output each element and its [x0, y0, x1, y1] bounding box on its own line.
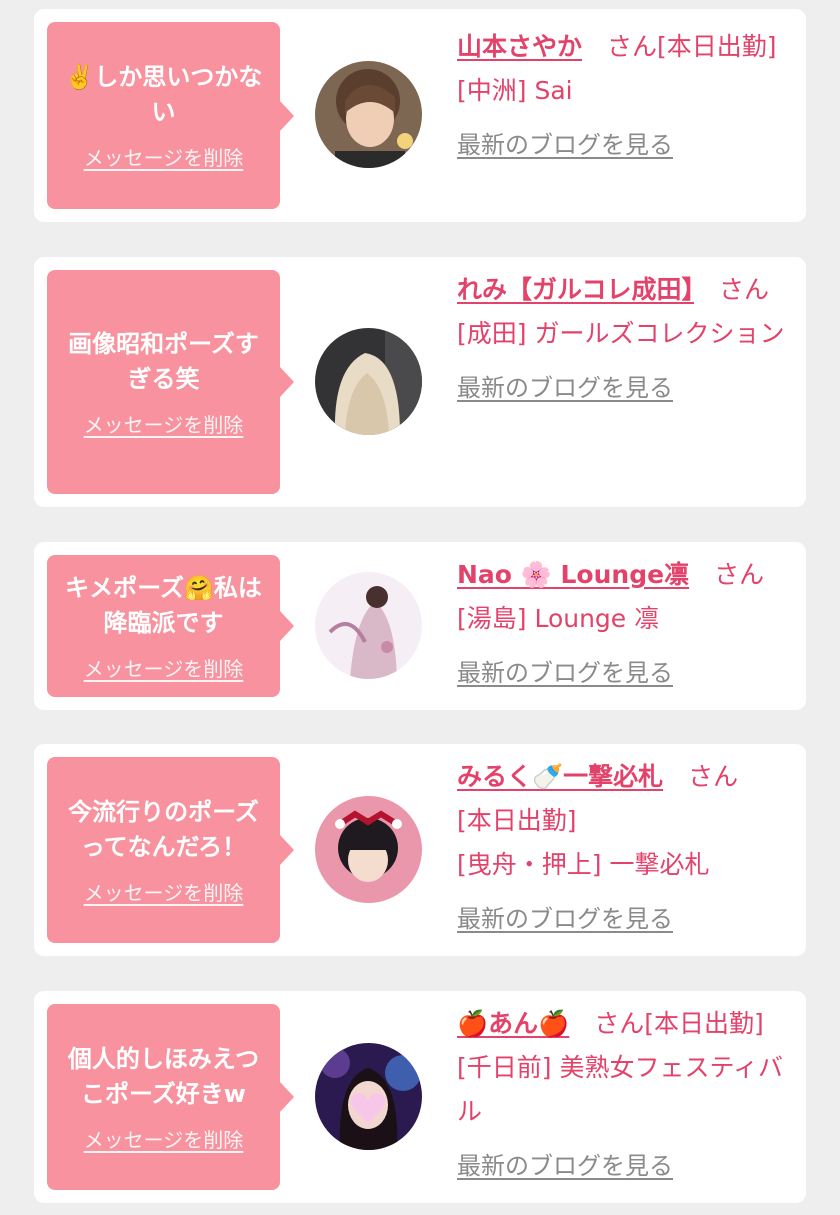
message-bubble: 画像昭和ポーズすぎる笑 メッセージを削除 — [47, 270, 294, 494]
author-location: [中洲] Sai — [457, 76, 573, 105]
avatar[interactable] — [315, 328, 422, 435]
avatar[interactable] — [315, 796, 422, 903]
message-text: 個人的しほみえつこポーズ好きw — [67, 1044, 260, 1108]
message-text: 画像昭和ポーズすぎる笑 — [68, 329, 259, 393]
delete-message-link[interactable]: メッセージを削除 — [84, 142, 244, 171]
author-name-link[interactable]: れみ【ガルコレ成田】 — [457, 275, 694, 304]
author-info: 山本さやか さん[本日出勤] [中洲] Sai 最新のブログを見る — [457, 25, 791, 167]
avatar[interactable] — [315, 61, 422, 168]
message-list: ✌️しか思いつかない メッセージを削除 山本さやか さん[本日出勤] [中洲] … — [0, 0, 840, 1215]
message-bubble: キメポーズ🤗私は降臨派です メッセージを削除 — [47, 555, 294, 697]
message-card: ✌️しか思いつかない メッセージを削除 山本さやか さん[本日出勤] [中洲] … — [34, 9, 806, 222]
author-suffix: さん[本日出勤] — [569, 1009, 764, 1038]
author-location: [千日前] 美熟女フェスティバル — [457, 1053, 783, 1126]
author-info: 🍎あん🍎 さん[本日出勤] [千日前] 美熟女フェスティバル 最新のブログを見る — [457, 1002, 791, 1188]
author-location: [成田] ガールズコレクション — [457, 319, 785, 348]
message-card: キメポーズ🤗私は降臨派です メッセージを削除 Nao 🌸 Lounge凛 さん … — [34, 542, 806, 710]
author-name-link[interactable]: 山本さやか — [457, 32, 582, 61]
author-info: みるく🍼一撃必札 さん [本日出勤] [曳舟・押上] 一撃必札 最新のブログを見… — [457, 755, 791, 941]
author-suffix: さん — [694, 275, 770, 304]
latest-blog-link[interactable]: 最新のブログを見る — [457, 366, 791, 410]
avatar[interactable] — [315, 1043, 422, 1150]
latest-blog-link[interactable]: 最新のブログを見る — [457, 651, 791, 695]
author-location: [本日出勤] [曳舟・押上] 一撃必札 — [457, 806, 710, 879]
author-name-link[interactable]: Nao 🌸 Lounge凛 — [457, 560, 689, 589]
message-text: キメポーズ🤗私は降臨派です — [65, 573, 262, 637]
latest-blog-link[interactable]: 最新のブログを見る — [457, 123, 791, 167]
message-bubble: 今流行りのポーズってなんだろ！ メッセージを削除 — [47, 757, 294, 943]
message-card: 今流行りのポーズってなんだろ！ メッセージを削除 みるく🍼一撃必札 さん [本日… — [34, 744, 806, 956]
message-bubble: ✌️しか思いつかない メッセージを削除 — [47, 22, 294, 209]
message-bubble: 個人的しほみえつこポーズ好きw メッセージを削除 — [47, 1004, 294, 1190]
author-suffix: さん[本日出勤] — [582, 32, 777, 61]
author-suffix: さん — [663, 762, 739, 791]
delete-message-link[interactable]: メッセージを削除 — [84, 877, 244, 906]
delete-message-link[interactable]: メッセージを削除 — [84, 653, 244, 682]
author-name-link[interactable]: みるく🍼一撃必札 — [457, 762, 663, 791]
author-location: [湯島] Lounge 凛 — [457, 604, 660, 633]
author-name-link[interactable]: 🍎あん🍎 — [457, 1009, 569, 1038]
author-info: Nao 🌸 Lounge凛 さん [湯島] Lounge 凛 最新のブログを見る — [457, 553, 791, 695]
author-info: れみ【ガルコレ成田】 さん [成田] ガールズコレクション 最新のブログを見る — [457, 268, 791, 410]
delete-message-link[interactable]: メッセージを削除 — [84, 1124, 244, 1153]
message-text: 今流行りのポーズってなんだろ！ — [68, 797, 259, 861]
author-suffix: さん — [689, 560, 765, 589]
latest-blog-link[interactable]: 最新のブログを見る — [457, 1144, 791, 1188]
message-card: 画像昭和ポーズすぎる笑 メッセージを削除 れみ【ガルコレ成田】 さん [成田] … — [34, 257, 806, 507]
latest-blog-link[interactable]: 最新のブログを見る — [457, 897, 791, 941]
delete-message-link[interactable]: メッセージを削除 — [84, 409, 244, 438]
message-card: 個人的しほみえつこポーズ好きw メッセージを削除 🍎あん🍎 さん[本日出勤] [… — [34, 991, 806, 1203]
avatar[interactable] — [315, 572, 422, 679]
message-text: ✌️しか思いつかない — [64, 63, 263, 126]
